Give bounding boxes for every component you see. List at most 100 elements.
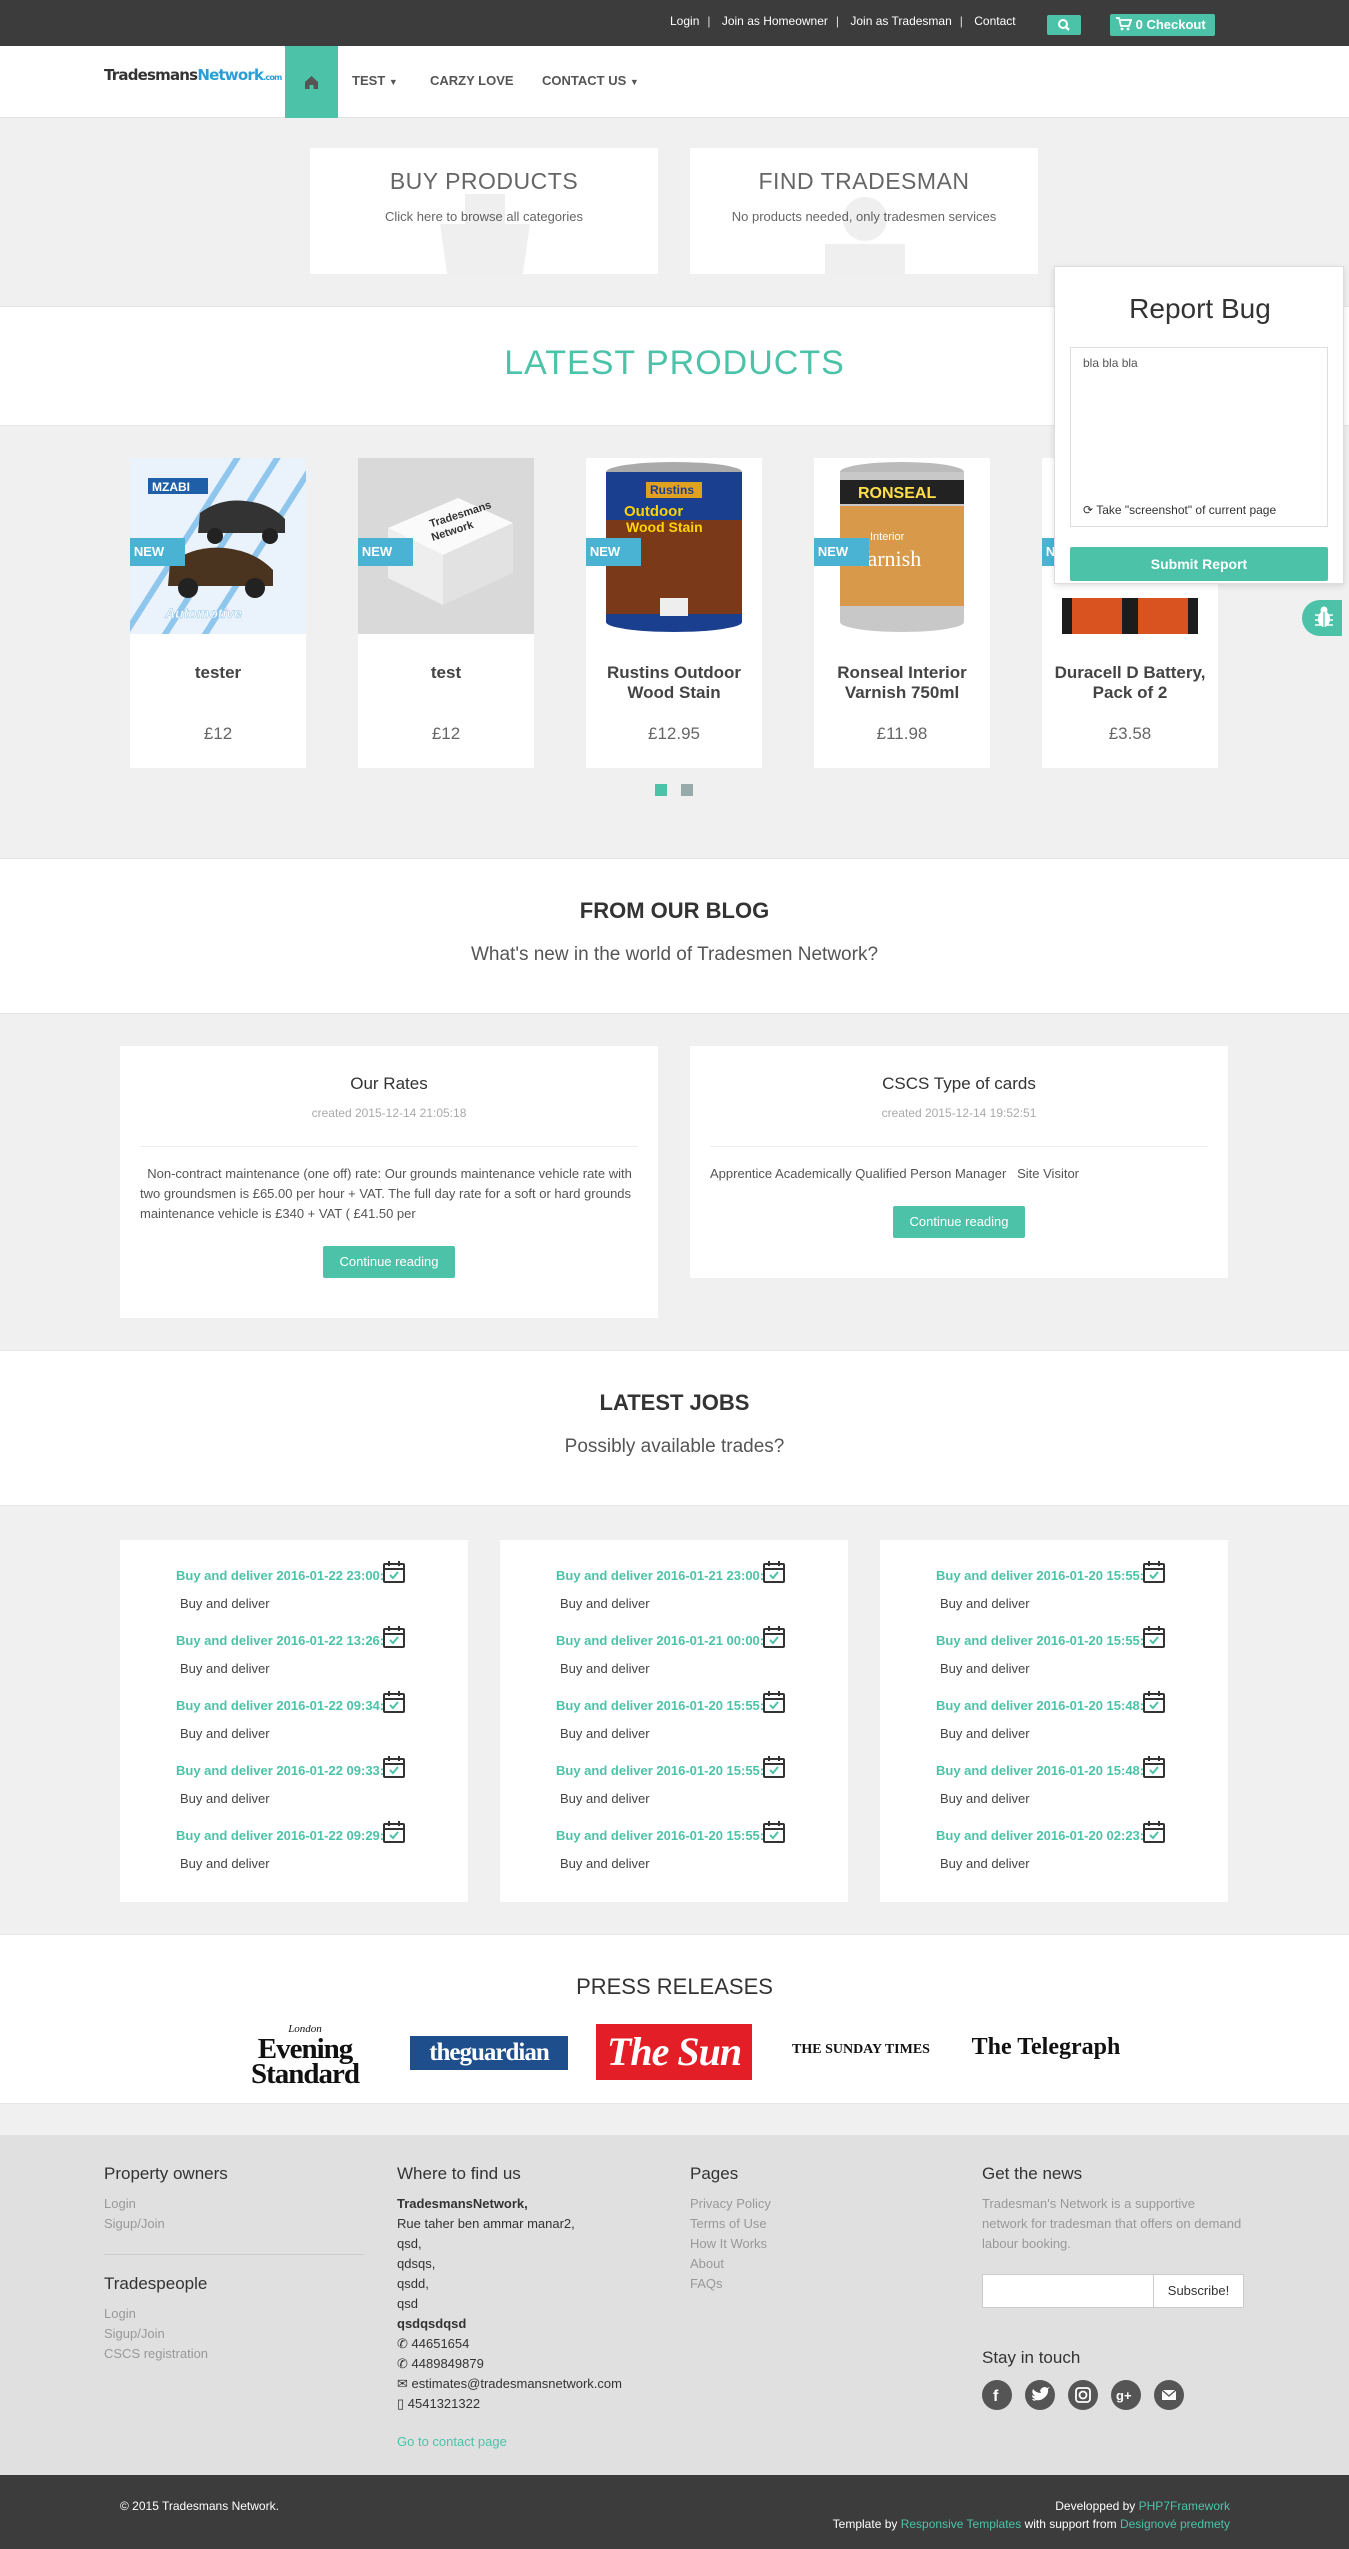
email-icon[interactable] bbox=[1154, 2380, 1184, 2410]
job-item[interactable]: Buy and deliver 2016-01-20 15:48: Buy and… bbox=[880, 1735, 1228, 1806]
screenshot-option[interactable]: ⟳ Take "screenshot" of current page bbox=[1083, 503, 1276, 517]
job-title[interactable]: Buy and deliver 2016-01-22 09:29: bbox=[176, 1828, 384, 1843]
job-title[interactable]: Buy and deliver 2016-01-20 15:48: bbox=[936, 1763, 1144, 1778]
owners-links: Login Sigup/Join bbox=[104, 2194, 165, 2234]
facebook-icon[interactable]: f bbox=[982, 2380, 1012, 2410]
job-item[interactable]: Buy and deliver 2016-01-21 00:00: Buy and… bbox=[500, 1605, 848, 1676]
product-card[interactable]: Tradesmans Network NEW test £12 bbox=[358, 458, 534, 768]
job-item[interactable]: Buy and deliver 2016-01-22 13:26: Buy and… bbox=[120, 1605, 468, 1676]
job-title[interactable]: Buy and deliver 2016-01-22 09:33: bbox=[176, 1763, 384, 1778]
job-title[interactable]: Buy and deliver 2016-01-22 13:26: bbox=[176, 1633, 384, 1648]
home-button[interactable] bbox=[285, 46, 338, 118]
job-item[interactable]: Buy and deliver 2016-01-20 15:55: Buy and… bbox=[880, 1605, 1228, 1676]
calendar-icon bbox=[383, 1691, 405, 1713]
blog-post-title[interactable]: CSCS Type of cards bbox=[690, 1074, 1228, 1094]
calendar-icon bbox=[763, 1561, 785, 1583]
privacy-policy-link[interactable]: Privacy Policy bbox=[690, 2194, 771, 2214]
cscs-registration-link[interactable]: CSCS registration bbox=[104, 2344, 208, 2364]
job-title[interactable]: Buy and deliver 2016-01-20 15:55: bbox=[556, 1828, 764, 1843]
product-card[interactable]: Rustins Outdoor Wood Stain NEW Rustins O… bbox=[586, 458, 762, 768]
property-owners-title: Property owners bbox=[104, 2164, 228, 2183]
product-name[interactable]: tester bbox=[138, 663, 298, 683]
job-title[interactable]: Buy and deliver 2016-01-20 15:55: bbox=[556, 1763, 764, 1778]
nav-item-test[interactable]: TEST ▼ bbox=[352, 73, 398, 88]
job-description: Buy and deliver bbox=[180, 1856, 270, 1871]
newsletter-email-input[interactable] bbox=[982, 2274, 1154, 2308]
carousel-dot-active[interactable] bbox=[655, 784, 667, 796]
product-name[interactable]: Duracell D Battery, Pack of 2 bbox=[1050, 663, 1210, 703]
job-title[interactable]: Buy and deliver 2016-01-21 00:00: bbox=[556, 1633, 764, 1648]
calendar-icon bbox=[763, 1756, 785, 1778]
job-item[interactable]: Buy and deliver 2016-01-20 15:55: Buy and… bbox=[500, 1670, 848, 1741]
carousel-dot[interactable] bbox=[681, 784, 693, 796]
email-address[interactable]: estimates@tradesmansnetwork.com bbox=[412, 2376, 622, 2391]
how-it-works-link[interactable]: How It Works bbox=[690, 2234, 771, 2254]
job-item[interactable]: Buy and deliver 2016-01-20 15:48: Buy and… bbox=[880, 1670, 1228, 1741]
nav-item-carzy-love[interactable]: CARZY LOVE bbox=[430, 73, 514, 88]
about-link[interactable]: About bbox=[690, 2254, 771, 2274]
product-name[interactable]: Rustins Outdoor Wood Stain bbox=[594, 663, 754, 703]
job-title[interactable]: Buy and deliver 2016-01-21 23:00: bbox=[556, 1568, 764, 1583]
product-price: £11.98 bbox=[876, 724, 928, 743]
job-item[interactable]: Buy and deliver 2016-01-21 23:00: Buy and… bbox=[500, 1540, 848, 1611]
product-name[interactable]: Ronseal Interior Varnish 750ml bbox=[822, 663, 982, 703]
job-item[interactable]: Buy and deliver 2016-01-20 15:55: Buy and… bbox=[500, 1735, 848, 1806]
job-item[interactable]: Buy and deliver 2016-01-22 09:34: Buy and… bbox=[120, 1670, 468, 1741]
job-title[interactable]: Buy and deliver 2016-01-20 15:55: bbox=[556, 1698, 764, 1713]
job-title[interactable]: Buy and deliver 2016-01-22 23:00: bbox=[176, 1568, 384, 1583]
go-to-contact-link[interactable]: Go to contact page bbox=[397, 2434, 507, 2449]
job-item[interactable]: Buy and deliver 2016-01-20 15:55: Buy and… bbox=[500, 1800, 848, 1871]
faqs-link[interactable]: FAQs bbox=[690, 2274, 771, 2294]
product-card[interactable]: RONSEAL Interior Varnish NEW Ronseal Int… bbox=[814, 458, 990, 768]
subscribe-button[interactable]: Subscribe! bbox=[1154, 2274, 1244, 2308]
checkout-label: 0 Checkout bbox=[1135, 17, 1206, 32]
home-icon bbox=[305, 76, 318, 89]
submit-report-button[interactable]: Submit Report bbox=[1070, 547, 1328, 581]
trades-login-link[interactable]: Login bbox=[104, 2304, 208, 2324]
join-tradesman-link[interactable]: Join as Tradesman bbox=[850, 14, 951, 28]
job-title[interactable]: Buy and deliver 2016-01-20 15:48: bbox=[936, 1698, 1144, 1713]
job-title[interactable]: Buy and deliver 2016-01-20 15:55: bbox=[936, 1633, 1144, 1648]
report-bug-toggle[interactable] bbox=[1302, 600, 1342, 636]
site-logo[interactable]: TradesmansNetwork.com bbox=[104, 66, 282, 84]
bug-description-textarea[interactable]: bla bla bla bbox=[1070, 347, 1328, 527]
owners-login-link[interactable]: Login bbox=[104, 2194, 165, 2214]
blog-post-date: created 2015-12-14 21:05:18 bbox=[311, 1106, 467, 1120]
terms-of-use-link[interactable]: Terms of Use bbox=[690, 2214, 771, 2234]
pages-title: Pages bbox=[690, 2164, 739, 2183]
blog-post-title[interactable]: Our Rates bbox=[120, 1074, 658, 1094]
job-item[interactable]: Buy and deliver 2016-01-20 02:23: Buy and… bbox=[880, 1800, 1228, 1871]
job-item[interactable]: Buy and deliver 2016-01-22 23:00: Buy and… bbox=[120, 1540, 468, 1611]
job-item[interactable]: Buy and deliver 2016-01-22 09:29: Buy and… bbox=[120, 1800, 468, 1871]
continue-reading-button[interactable]: Continue reading bbox=[323, 1246, 455, 1278]
instagram-icon[interactable] bbox=[1068, 2380, 1098, 2410]
job-title[interactable]: Buy and deliver 2016-01-22 09:34: bbox=[176, 1698, 384, 1713]
google-plus-icon[interactable]: g+ bbox=[1111, 2380, 1141, 2410]
job-title[interactable]: Buy and deliver 2016-01-20 15:55: bbox=[936, 1568, 1144, 1583]
contact-link[interactable]: Contact bbox=[974, 14, 1015, 28]
job-item[interactable]: Buy and deliver 2016-01-20 15:55: Buy and… bbox=[880, 1540, 1228, 1611]
owners-signup-link[interactable]: Sigup/Join bbox=[104, 2214, 165, 2234]
checkout-button[interactable]: 0 Checkout bbox=[1110, 14, 1215, 36]
job-item[interactable]: Buy and deliver 2016-01-22 09:33: Buy and… bbox=[120, 1735, 468, 1806]
twitter-icon[interactable] bbox=[1025, 2380, 1055, 2410]
nav-item-contact-us[interactable]: CONTACT US ▼ bbox=[542, 73, 639, 88]
jobs-column: Buy and deliver 2016-01-20 15:55: Buy and… bbox=[880, 1540, 1228, 1902]
product-card[interactable]: MZABI Automotive NEW tester £12 bbox=[130, 458, 306, 768]
responsive-templates-link[interactable]: Responsive Templates bbox=[901, 2517, 1022, 2531]
search-button[interactable] bbox=[1047, 15, 1081, 35]
php7framework-link[interactable]: PHP7Framework bbox=[1139, 2499, 1230, 2513]
trades-signup-link[interactable]: Sigup/Join bbox=[104, 2324, 208, 2344]
job-title[interactable]: Buy and deliver 2016-01-20 02:23: bbox=[936, 1828, 1144, 1843]
continue-reading-button[interactable]: Continue reading bbox=[893, 1206, 1025, 1238]
buy-products-box[interactable]: BUY PRODUCTS Click here to browse all ca… bbox=[310, 148, 658, 274]
product-name[interactable]: test bbox=[366, 663, 526, 683]
find-tradesman-box[interactable]: FIND TRADESMAN No products needed, only … bbox=[690, 148, 1038, 274]
mobile-number: 4541321322 bbox=[407, 2396, 481, 2411]
svg-text:Rustins: Rustins bbox=[650, 483, 694, 497]
pages-links: Privacy Policy Terms of Use How It Works… bbox=[690, 2194, 771, 2294]
blog-subtitle: What's new in the world of Tradesmen Net… bbox=[470, 944, 879, 965]
designove-predmety-link[interactable]: Designové predmety bbox=[1120, 2517, 1230, 2531]
join-homeowner-link[interactable]: Join as Homeowner bbox=[722, 14, 828, 28]
login-link[interactable]: Login bbox=[670, 14, 699, 28]
